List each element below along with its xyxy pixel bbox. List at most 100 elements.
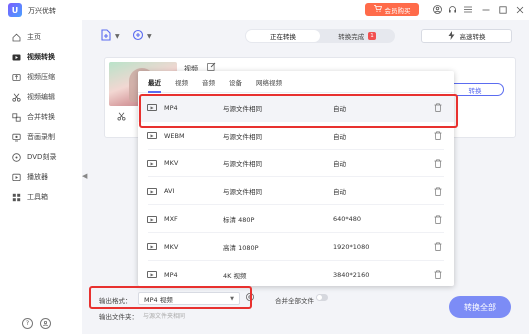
app-title: 万兴优转 (28, 7, 56, 15)
trash-icon[interactable] (434, 131, 442, 141)
format-row[interactable]: ▶ MXF 标清 480P 640*480 (138, 205, 454, 233)
sidebar-item-toolbox[interactable]: 工具箱 (0, 188, 82, 206)
count-badge: 1 (368, 32, 376, 40)
minimize-icon[interactable] (480, 4, 491, 15)
format-quality: 4K 视频 (223, 271, 247, 280)
sidebar-item-label: 视频压缩 (27, 73, 55, 81)
format-quality: 与源文件相同 (223, 104, 262, 113)
merge-files-toggle[interactable] (316, 294, 328, 301)
sidebar-item-merge[interactable]: 合并转换 (0, 108, 82, 126)
toolbox-icon (12, 193, 21, 202)
format-row[interactable]: ▶ MKV 高清 1080P 1920*1080 (138, 233, 454, 261)
trim-scissors-icon[interactable] (117, 112, 126, 124)
sidebar: 主页 视频转换 视频压缩 视频编辑 合并转换 音画录制 DVD刻录 播放器 工具… (0, 20, 82, 334)
tab-device[interactable]: 设备 (229, 77, 242, 87)
format-quality: 与源文件相同 (223, 160, 262, 169)
tab-label: 转换完成 (338, 33, 365, 41)
home-icon (12, 33, 21, 42)
format-row[interactable]: ▶ AVI 与源文件相同 自动 (138, 177, 454, 206)
tab-web-video[interactable]: 网络视频 (256, 77, 282, 87)
headset-icon[interactable] (447, 4, 458, 15)
close-icon[interactable] (514, 4, 525, 15)
sidebar-item-record[interactable]: 音画录制 (0, 128, 82, 146)
format-name: MP4 (164, 270, 178, 279)
video-format-icon: ▶ (147, 159, 157, 167)
help-icon[interactable]: ? (22, 318, 33, 329)
sidebar-item-label: 工具箱 (27, 193, 48, 201)
maximize-icon[interactable] (497, 4, 508, 15)
trash-icon[interactable] (434, 187, 442, 196)
format-row[interactable]: ▶ MKV 与源文件相同 自动 (138, 150, 454, 178)
convert-all-button[interactable]: 转换全部 (449, 296, 511, 318)
merge-icon (12, 112, 21, 122)
sidebar-item-label: 合并转换 (27, 113, 55, 121)
add-disc-button[interactable]: ▼ (132, 29, 152, 43)
sidebar-item-video-convert[interactable]: 视频转换 (0, 48, 82, 66)
format-name: MXF (164, 215, 178, 224)
format-tabs: 最近 视频 音频 设备 网络视频 (138, 71, 454, 93)
tab-audio[interactable]: 音频 (202, 77, 215, 87)
tab-label: 正在转换 (270, 33, 296, 41)
sidebar-item-video-edit[interactable]: 视频编辑 (0, 88, 82, 106)
format-quality: 与源文件相同 (223, 188, 262, 197)
format-name: AVI (164, 187, 175, 196)
output-folder-label: 输出文件夹： (99, 313, 138, 321)
sidebar-item-home[interactable]: 主页 (0, 28, 82, 46)
disc-icon (12, 152, 21, 162)
chevron-down-icon: ▼ (115, 32, 120, 40)
collapse-sidebar-icon[interactable]: ◀ (82, 172, 88, 184)
sidebar-item-player[interactable]: 播放器 (0, 168, 82, 186)
high-speed-convert-button[interactable]: 高速转换 (421, 29, 512, 43)
sidebar-item-label: 视频编辑 (27, 93, 55, 101)
trash-icon[interactable] (434, 270, 442, 280)
sidebar-item-dvd[interactable]: DVD刻录 (0, 148, 82, 166)
format-resolution: 1920*1080 (333, 242, 370, 251)
output-folder-select[interactable]: 与源文件夹相同 (138, 309, 240, 321)
vip-label: 会员购买 (384, 6, 411, 15)
user-icon[interactable] (432, 4, 443, 15)
video-format-icon: ▶ (147, 132, 157, 140)
format-row[interactable]: ▶ MP4 与源文件相同 自动 (138, 94, 454, 122)
user-circle-icon[interactable] (40, 318, 51, 329)
accel-label: 高速转换 (459, 33, 486, 41)
format-row[interactable]: ▶ MP4 4K 视频 3840*2160 (138, 261, 454, 289)
cart-icon (373, 5, 382, 14)
tab-video[interactable]: 视频 (175, 77, 188, 87)
menu-icon[interactable] (462, 4, 473, 15)
convert-icon (12, 53, 21, 62)
play-icon (12, 173, 21, 182)
tab-converted[interactable]: 转换完成 1 (320, 30, 394, 42)
app-logo: U (8, 3, 22, 17)
format-row[interactable]: ▶ WEBM 与源文件相同 自动 (138, 122, 454, 150)
add-file-button[interactable]: ▼ (100, 28, 120, 43)
sidebar-item-label: 主页 (27, 33, 41, 41)
format-resolution: 640*480 (333, 215, 362, 224)
format-resolution: 自动 (333, 160, 346, 169)
format-settings-icon[interactable] (245, 292, 255, 305)
sidebar-item-video-compress[interactable]: 视频压缩 (0, 68, 82, 86)
convert-button[interactable]: 转换 (446, 83, 504, 96)
output-format-value: MP4 视频 (144, 295, 173, 304)
output-format-select[interactable]: MP4 视频 ▼ (138, 292, 240, 305)
trash-icon[interactable] (434, 103, 442, 113)
trash-icon[interactable] (434, 159, 442, 168)
format-resolution: 自动 (333, 188, 346, 197)
output-format-label: 输出格式： (99, 297, 132, 305)
scissors-icon (12, 93, 21, 102)
format-resolution: 自动 (333, 104, 346, 113)
tab-recent[interactable]: 最近 (148, 77, 161, 93)
tab-converting[interactable]: 正在转换 (246, 30, 320, 42)
record-icon (12, 133, 21, 142)
trash-icon[interactable] (434, 215, 442, 224)
format-name: MKV (164, 242, 179, 251)
sidebar-item-label: 视频转换 (27, 53, 55, 61)
video-format-icon: ▶ (147, 243, 157, 251)
title-bar: U 万兴优转 会员购买 (0, 0, 529, 20)
format-dropdown: 最近 视频 音频 设备 网络视频 ▶ MP4 与源文件相同 自动 ▶ WEBM … (138, 71, 454, 286)
trash-icon[interactable] (434, 242, 442, 252)
sidebar-item-label: 音画录制 (27, 133, 55, 141)
format-quality: 与源文件相同 (223, 132, 262, 141)
sidebar-item-label: DVD刻录 (27, 153, 57, 161)
video-format-icon: ▶ (147, 104, 157, 112)
vip-purchase-button[interactable]: 会员购买 (365, 3, 419, 16)
